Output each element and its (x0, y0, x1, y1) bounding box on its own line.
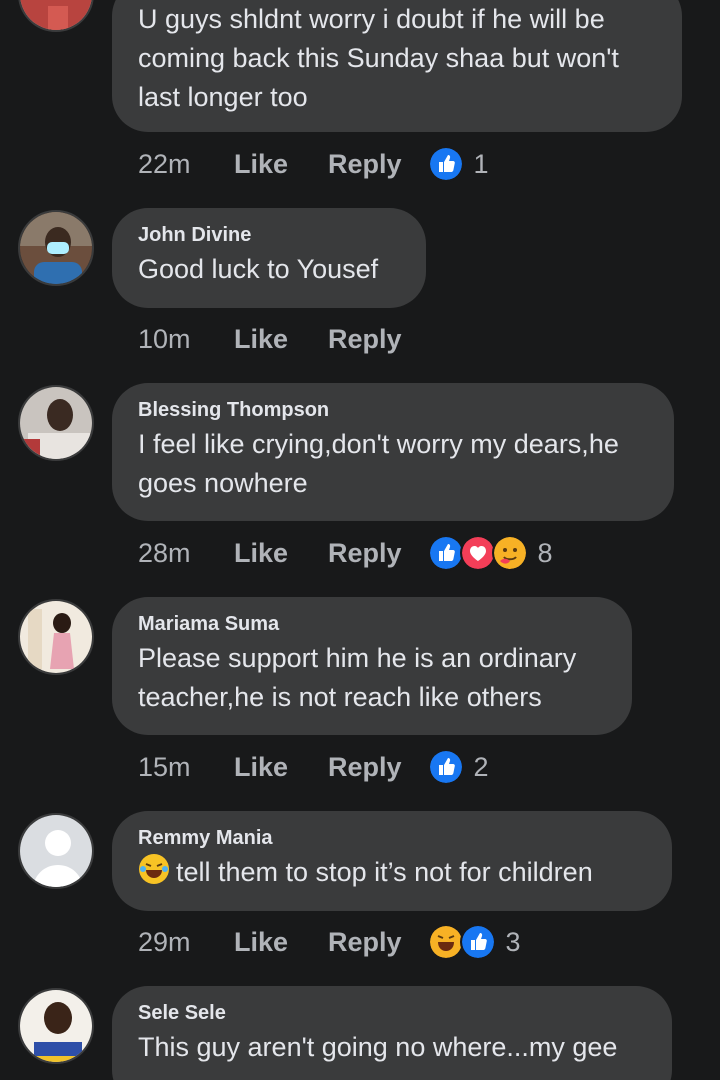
reply-button[interactable]: Reply (328, 324, 402, 355)
reply-button[interactable]: Reply (328, 752, 402, 783)
avatar[interactable] (18, 988, 94, 1064)
like-reaction-icon (459, 924, 496, 960)
like-button[interactable]: Like (234, 324, 290, 355)
avatar[interactable] (18, 599, 94, 675)
avatar-photo (20, 990, 92, 1062)
comment-bubble[interactable]: Blessing Thompson I feel like crying,don… (112, 383, 674, 521)
reactions-summary[interactable]: 1 (427, 146, 489, 182)
comment-actions: 10m Like Reply (138, 319, 440, 359)
haha-reaction-icon (427, 924, 464, 960)
comment-bubble[interactable]: Mariama Suma Please support him he is an… (112, 597, 632, 735)
comment-text: Please support him he is an ordinary tea… (138, 643, 577, 712)
comment-bubble[interactable]: John Divine Good luck to Yousef (112, 208, 426, 308)
avatar[interactable] (18, 0, 94, 32)
reaction-count: 1 (473, 148, 489, 179)
like-reaction-icon (427, 146, 464, 182)
comment-time[interactable]: 28m (138, 538, 234, 569)
default-avatar-icon (20, 815, 92, 887)
like-reaction-icon (427, 535, 464, 571)
comment-actions: 28m Like Reply 8 (138, 533, 553, 573)
comment-bubble[interactable]: Remmy Mania tell them to stop it’s not f… (112, 811, 672, 911)
reaction-count: 8 (537, 537, 553, 568)
comment-text: Good luck to Yousef (138, 254, 379, 284)
avatar-photo (20, 387, 92, 459)
comment-actions: 15m Like Reply 2 (138, 747, 489, 787)
avatar[interactable] (18, 813, 94, 889)
avatar-photo (20, 212, 92, 284)
reply-button[interactable]: Reply (328, 538, 402, 569)
laughing-emoji-icon (138, 853, 170, 896)
like-button[interactable]: Like (234, 752, 290, 783)
comment-text: U guys shldnt worry i doubt if he will b… (138, 4, 619, 112)
comment-text-row: tell them to stop it’s not for children (138, 853, 646, 896)
reaction-count: 3 (505, 926, 521, 957)
reactions-summary[interactable]: 2 (427, 749, 489, 785)
comment-text: I feel like crying,don't worry my dears,… (138, 429, 619, 498)
comment-time[interactable]: 29m (138, 927, 234, 958)
avatar-photo (20, 601, 92, 673)
reactions-summary[interactable]: 8 (427, 535, 553, 571)
comments-feed: U guys shldnt worry i doubt if he will b… (0, 0, 720, 1080)
like-button[interactable]: Like (234, 927, 290, 958)
comment-bubble[interactable]: U guys shldnt worry i doubt if he will b… (112, 0, 682, 132)
comment-time[interactable]: 22m (138, 149, 234, 180)
love-reaction-icon (459, 535, 496, 571)
comment-time[interactable]: 15m (138, 752, 234, 783)
comment-author[interactable]: Sele Sele (138, 1000, 646, 1026)
reply-button[interactable]: Reply (328, 927, 402, 958)
comment-author[interactable]: Mariama Suma (138, 611, 606, 637)
comment-actions: 22m Like Reply 1 (138, 144, 489, 184)
comment-bubble[interactable]: Sele Sele This guy aren't going no where… (112, 986, 672, 1080)
reaction-count: 2 (473, 751, 489, 782)
comment-author[interactable]: Blessing Thompson (138, 397, 648, 423)
comment-time[interactable]: 10m (138, 324, 234, 355)
comment-text: This guy aren't going no where...my gee (138, 1032, 618, 1062)
comment-author[interactable]: Remmy Mania (138, 825, 646, 851)
avatar-photo (20, 0, 92, 30)
like-button[interactable]: Like (234, 538, 290, 569)
comment-text: tell them to stop it’s not for children (176, 857, 593, 887)
reactions-summary[interactable]: 3 (427, 924, 521, 960)
comment-author[interactable]: John Divine (138, 222, 400, 248)
comment-actions: 29m Like Reply 3 (138, 922, 521, 962)
like-button[interactable]: Like (234, 149, 290, 180)
care-reaction-icon (491, 535, 528, 571)
avatar[interactable] (18, 210, 94, 286)
like-reaction-icon (427, 749, 464, 785)
avatar[interactable] (18, 385, 94, 461)
reply-button[interactable]: Reply (328, 149, 402, 180)
